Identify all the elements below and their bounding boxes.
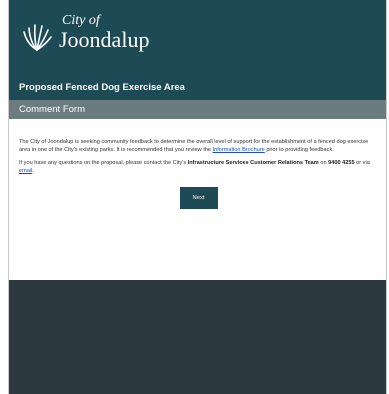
team-name: Infrastructure Services Customer Relatio… [187, 160, 319, 167]
logo-line1: City of [62, 13, 100, 28]
page: City of Joondalup Proposed Fenced Dog Ex… [8, 0, 387, 394]
page-title: Proposed Fenced Dog Exercise Area [9, 76, 386, 100]
logo-line2: Joondalup [59, 27, 150, 52]
button-row: Next [19, 187, 378, 210]
next-button[interactable]: Next [179, 187, 218, 210]
site-header: City of Joondalup [9, 0, 386, 76]
city-logo: City of Joondalup [59, 14, 149, 51]
phone-number: 9400 4255 [328, 160, 355, 167]
intro-paragraph: The City of Joondalup is seeking communi… [19, 139, 378, 154]
intro-text-end: prior to providing feedback. [264, 146, 334, 153]
information-brochure-link[interactable]: Information Brochure [213, 147, 265, 153]
city-logo-icon [23, 24, 52, 51]
contact-or: or via [354, 160, 370, 167]
section-title: Comment Form [9, 100, 386, 119]
contact-paragraph: If you have any questions on the proposa… [19, 160, 378, 175]
site-footer [9, 280, 386, 394]
email-link[interactable]: email [19, 168, 32, 174]
contact-end: . [32, 167, 34, 174]
contact-text: If you have any questions on the proposa… [19, 160, 188, 167]
contact-on: on [318, 160, 329, 167]
form-content: The City of Joondalup is seeking communi… [9, 119, 386, 279]
